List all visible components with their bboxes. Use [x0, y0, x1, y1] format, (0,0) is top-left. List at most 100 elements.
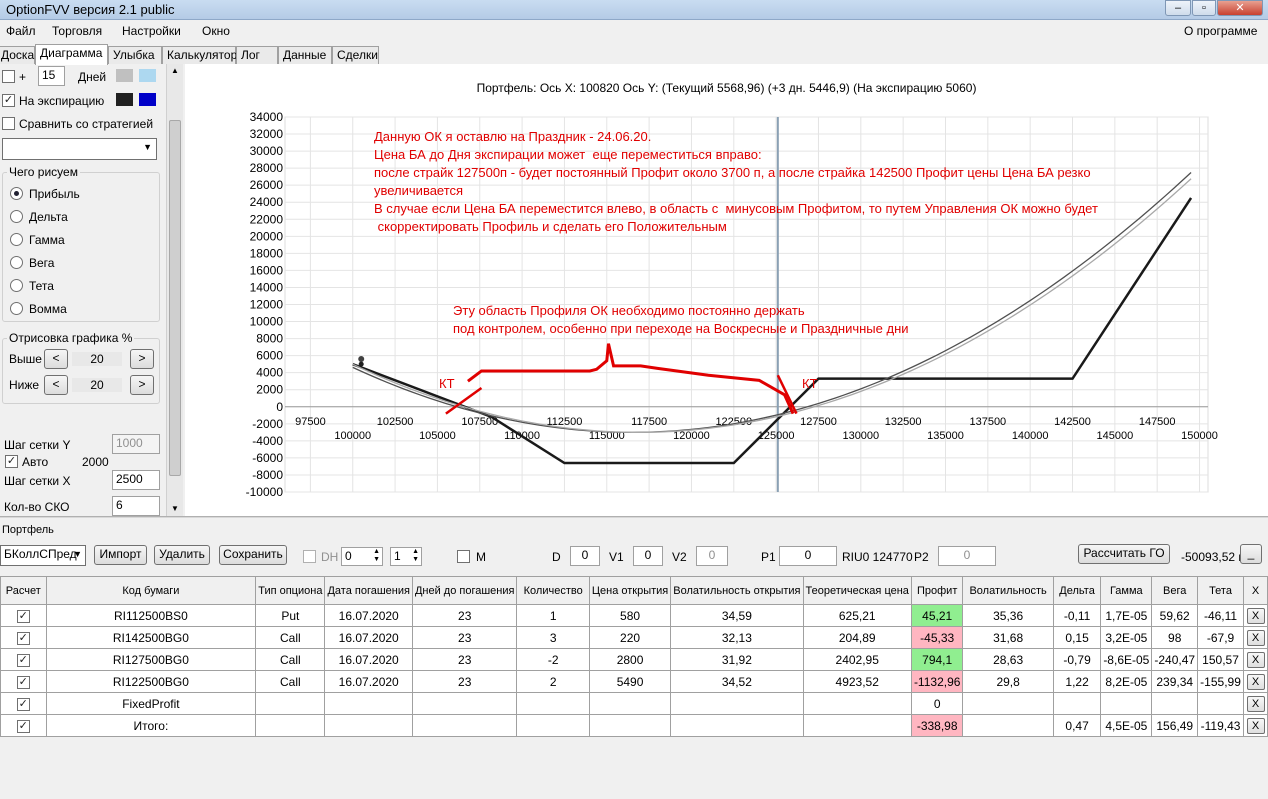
maximize-button[interactable]: ▫	[1192, 0, 1216, 16]
menu-trade[interactable]: Торговля	[52, 24, 102, 38]
cell-vol: 31,68	[962, 626, 1054, 649]
above-increase-button[interactable]: >	[130, 349, 154, 369]
tab-smile[interactable]: Улыбка	[108, 46, 162, 64]
tab-deals[interactable]: Сделки	[332, 46, 379, 64]
chart-area: Портфель: Ось Х: 100820 Ось Y: (Текущий …	[185, 64, 1268, 516]
col-code: Код бумаги	[45, 576, 257, 605]
x-tick-label: 97500	[295, 416, 326, 428]
table-row[interactable]: ✓ RI122500BG0 Call 16.07.2020 23 2 5490 34,52 49…	[0, 670, 1268, 693]
left-panel-scrollbar[interactable]: ▲ ▼	[166, 64, 183, 516]
below-decrease-button[interactable]: <	[44, 375, 68, 395]
cell-vol	[962, 692, 1054, 715]
expiry-color-b-swatch[interactable]	[139, 93, 156, 106]
menu-bar: Файл Торговля Настройки Окно О программе	[0, 20, 1268, 42]
table-row[interactable]: ✓ RI127500BG0 Call 16.07.2020 23 -2 2800 31,92 2…	[0, 648, 1268, 671]
cell-days: 23	[411, 648, 518, 671]
row-delete-button[interactable]: X	[1246, 717, 1265, 734]
tab-log[interactable]: Лог	[236, 46, 278, 64]
tab-calculator[interactable]: Калькулятор	[162, 46, 237, 64]
col-theta: Тета	[1197, 576, 1245, 605]
cell-vol: 28,63	[962, 648, 1054, 671]
expiry-checkbox[interactable]: ✓	[2, 94, 15, 107]
d-input[interactable]: 0	[570, 546, 600, 566]
row-delete-button[interactable]: X	[1246, 695, 1265, 712]
cell-theta	[1197, 692, 1245, 715]
row-delete-button[interactable]: X	[1246, 651, 1265, 668]
save-button[interactable]: Сохранить	[219, 545, 287, 565]
row-delete-button[interactable]: X	[1246, 629, 1265, 646]
row-calc-checkbox[interactable]: ✓	[16, 654, 30, 667]
above-decrease-button[interactable]: <	[44, 349, 68, 369]
menu-settings[interactable]: Настройки	[122, 24, 181, 38]
row-calc-checkbox[interactable]: ✓	[16, 698, 30, 711]
auto-checkbox[interactable]: ✓	[5, 455, 18, 468]
days-input[interactable]: 15	[38, 66, 65, 86]
radio-gamma[interactable]: Гамма	[10, 233, 65, 249]
radio-vega[interactable]: Вега	[10, 256, 54, 272]
cell-profit: -1132,96	[910, 670, 964, 693]
days-color-b-swatch[interactable]	[139, 69, 156, 82]
small-button[interactable]: _	[1240, 544, 1262, 564]
row-calc-checkbox[interactable]: ✓	[16, 720, 30, 733]
table-row[interactable]: ✓ FixedProfit 0 X	[0, 692, 1268, 715]
import-button[interactable]: Импорт	[94, 545, 147, 565]
minimize-button[interactable]: –	[1165, 0, 1191, 16]
delete-button[interactable]: Удалить	[154, 545, 210, 565]
col-qty: Количество	[516, 576, 590, 605]
menu-window[interactable]: Окно	[202, 24, 230, 38]
col-theor: Теоретическая цена	[802, 576, 912, 605]
y-tick-label: -2000	[252, 417, 283, 431]
v1-input[interactable]: 0	[633, 546, 663, 566]
strategy-select[interactable]: БКоллСПред ▼	[0, 545, 86, 566]
grid-x-input[interactable]: 2500	[112, 470, 160, 490]
cell-type	[255, 714, 326, 737]
row-delete-button[interactable]: X	[1246, 673, 1265, 690]
cell-gamma	[1100, 692, 1153, 715]
scroll-thumb[interactable]	[169, 120, 181, 476]
row-calc-cell: ✓	[0, 626, 47, 649]
p1-input[interactable]: 0	[779, 546, 837, 566]
menu-file[interactable]: Файл	[6, 24, 36, 38]
x-tick-label: 135000	[927, 430, 964, 442]
row-calc-checkbox[interactable]: ✓	[16, 610, 30, 623]
y-tick-label: 14000	[250, 280, 284, 294]
dh-stepper-2[interactable]: 1 ▲ ▼	[390, 547, 422, 566]
table-row[interactable]: ✓ RI112500BS0 Put 16.07.2020 23 1 580 34,59 625,…	[0, 604, 1268, 627]
tab-diagram[interactable]: Диаграмма	[35, 44, 108, 65]
cell-profit: 794,1	[910, 648, 964, 671]
sko-input[interactable]: 6	[112, 496, 160, 516]
table-row[interactable]: ✓ RI142500BG0 Call 16.07.2020 23 3 220 32,13 204…	[0, 626, 1268, 649]
compare-checkbox[interactable]	[2, 117, 15, 130]
dh-stepper-1[interactable]: 0 ▲ ▼	[341, 547, 383, 566]
m-checkbox[interactable]	[457, 550, 470, 563]
grid-y-input[interactable]: 1000	[112, 434, 160, 454]
cell-theor	[802, 714, 912, 737]
strategy-dropdown[interactable]: ▼	[2, 138, 157, 160]
below-increase-button[interactable]: >	[130, 375, 154, 395]
table-row[interactable]: ✓ Итого: -338,98 0,47 4,5E-05 156,49 -119,43 X	[0, 714, 1268, 737]
calc-go-button[interactable]: Рассчитать ГО	[1078, 544, 1170, 564]
close-window-button[interactable]: ✕	[1217, 0, 1263, 16]
tab-data[interactable]: Данные	[278, 46, 332, 64]
grid-x-label: Шаг сетки X	[4, 474, 71, 488]
days-checkbox[interactable]	[2, 70, 15, 83]
spin-icon: ▲ ▼	[412, 548, 419, 563]
days-color-a-swatch[interactable]	[116, 69, 133, 82]
radio-theta[interactable]: Тета	[10, 279, 54, 295]
radio-delta[interactable]: Дельта	[10, 210, 68, 226]
radio-vomma[interactable]: Вомма	[10, 302, 67, 318]
dh-checkbox[interactable]	[303, 550, 316, 563]
cell-vega: 239,34	[1151, 670, 1199, 693]
radio-profit[interactable]: Прибыль	[10, 187, 80, 203]
row-calc-checkbox[interactable]: ✓	[16, 632, 30, 645]
v2-input[interactable]: 0	[696, 546, 728, 566]
expiry-color-a-swatch[interactable]	[116, 93, 133, 106]
tab-board[interactable]: Доска	[0, 46, 35, 64]
y-tick-label: -8000	[252, 468, 283, 482]
menu-about[interactable]: О программе	[1184, 24, 1257, 38]
cell-theta: -67,9	[1197, 626, 1245, 649]
row-calc-checkbox[interactable]: ✓	[16, 676, 30, 689]
row-delete-button[interactable]: X	[1246, 607, 1265, 624]
x-tick-label: 102500	[377, 416, 414, 428]
p2-input[interactable]: 0	[938, 546, 996, 566]
